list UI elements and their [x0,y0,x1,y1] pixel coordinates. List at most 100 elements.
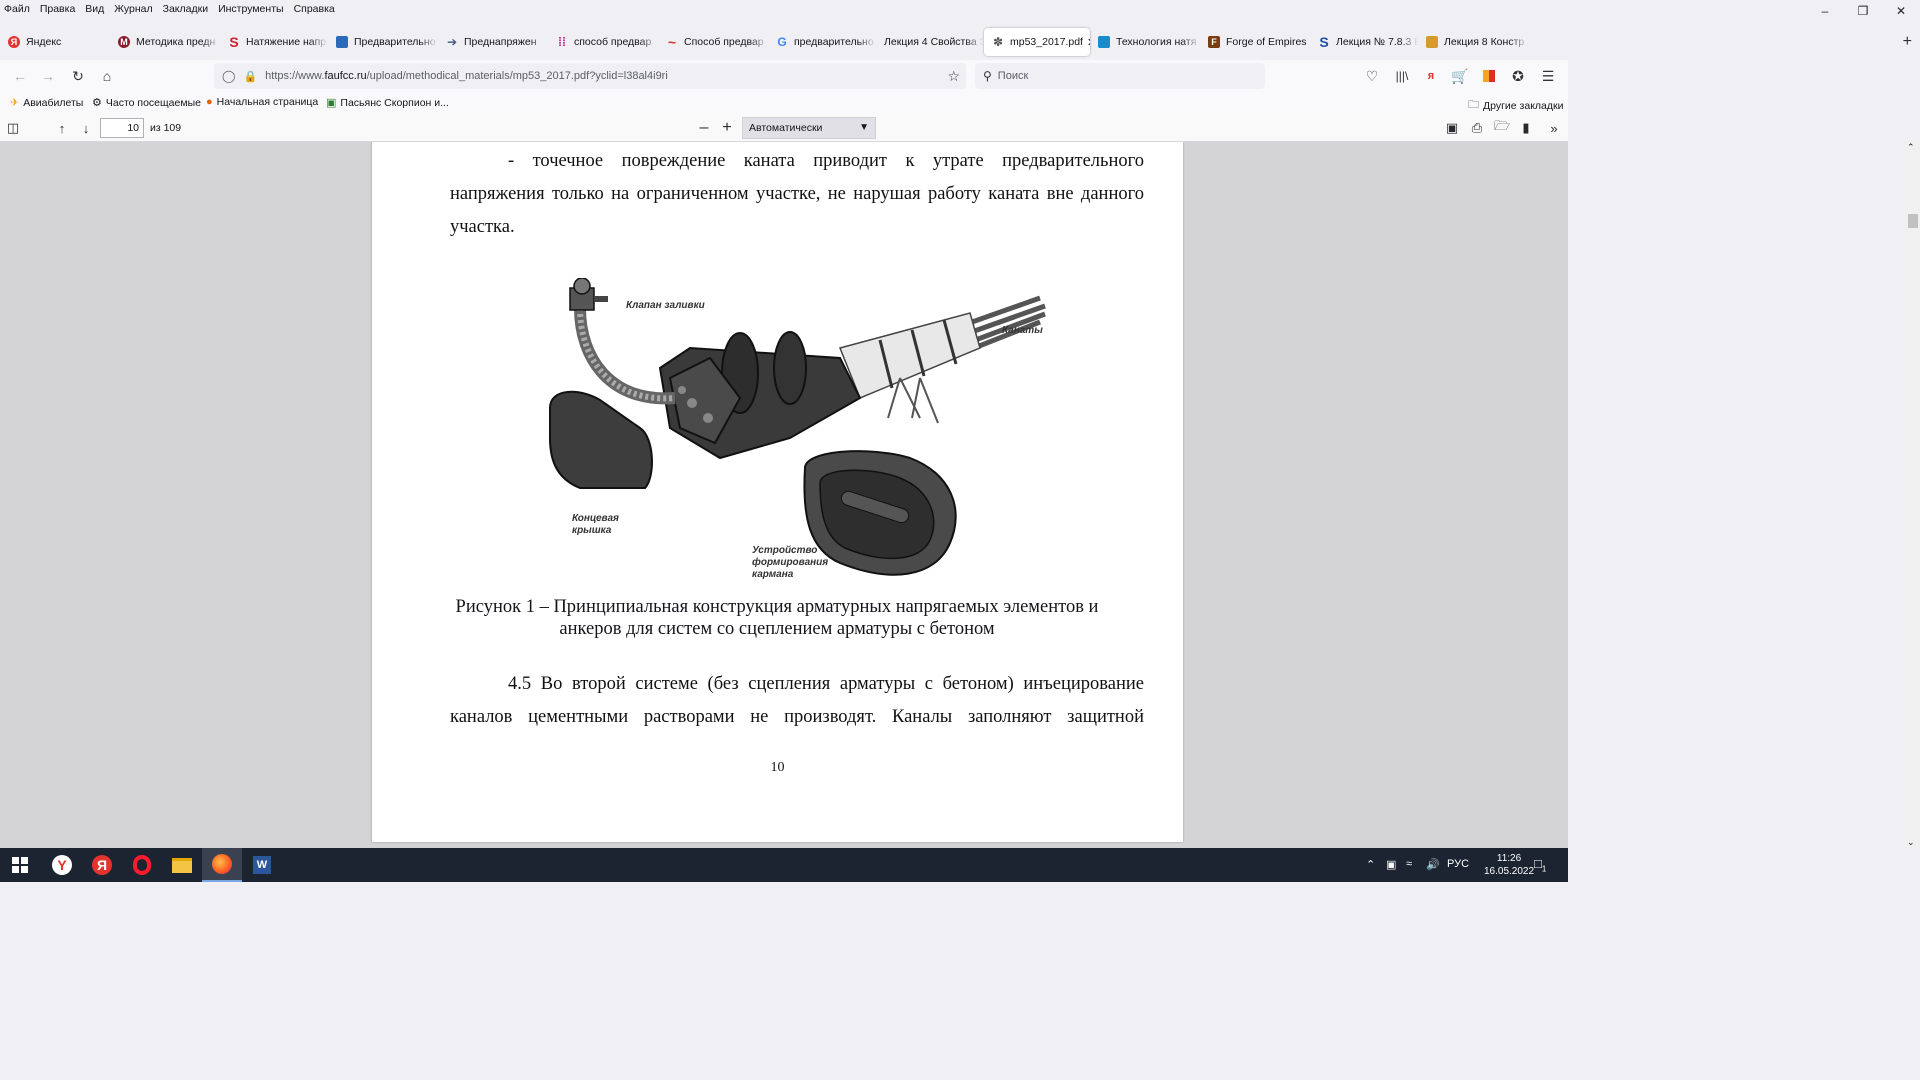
tab-prednapryazhen[interactable]: ➔ Преднапряжен [438,28,548,56]
bookmark-star-icon[interactable]: ☆ [947,68,960,85]
library-icon[interactable]: |||\ [1392,66,1412,86]
zoom-out-icon[interactable]: – [694,118,714,138]
pdf-viewer[interactable]: - точечное повреждение каната приводит к… [0,142,1568,848]
navigation-bar: ← → ↻ ⌂ ◯ 🔒 https://www. faufcc.ru/upload… [0,60,1568,92]
tab-tehnologiya[interactable]: Технология натя [1090,28,1200,56]
file-explorer-icon[interactable] [162,848,202,882]
menu-help[interactable]: Справка [294,0,335,18]
menu-edit[interactable]: Правка [40,0,75,18]
tab-google[interactable]: Gпредварительно [768,28,876,56]
figure-label-pocket-former: Устройство [752,545,817,556]
new-tab-button[interactable]: + [1903,28,1912,56]
document-icon [1098,36,1110,48]
previous-page-icon[interactable]: ↑ [52,118,72,138]
notifications-icon[interactable]: □1 [1534,856,1546,874]
page-number-input[interactable]: 10 [100,118,144,138]
print-icon[interactable]: ⎙ [1467,118,1487,138]
cables-strands [838,295,1046,399]
cart-icon[interactable]: 🛒 [1450,66,1470,86]
pdf-page: - точечное повреждение каната приводит к… [372,142,1183,842]
end-cap [549,390,653,489]
tab-label: Forge of Empires [1226,36,1307,48]
firefox-icon: ● [206,96,213,108]
tray-overflow-icon[interactable]: ⌃ [1366,858,1375,871]
other-bookmarks[interactable]: 🗀 Другие закладки [1468,96,1563,115]
vertical-scrollbar[interactable]: ⌃ ⌄ [1904,142,1920,848]
menu-history[interactable]: Журнал [114,0,152,18]
tab-predvaritelno[interactable]: Предварительно [328,28,438,56]
figure-label-pocket-former: кармана [752,569,794,580]
next-page-icon[interactable]: ↓ [76,118,96,138]
flag-extension-icon[interactable] [1479,66,1499,86]
pocket-icon[interactable]: ♡ [1362,66,1382,86]
tab-yandex[interactable]: Я Яндекс [0,28,110,56]
zoom-in-icon[interactable]: + [717,118,737,138]
hamburger-menu-icon[interactable]: ☰ [1538,66,1558,86]
yandex-icon[interactable]: Я [82,848,122,882]
minimize-icon[interactable]: – [1806,0,1844,22]
shield-icon: М [118,36,130,48]
tracking-shield-icon[interactable]: ◯ [222,69,235,83]
grout-valve [569,278,608,311]
tab-metodika[interactable]: М Методика предн [110,28,220,56]
system-clock[interactable]: 11:26 16.05.2022 [1484,852,1534,878]
reload-icon[interactable]: ↻ [68,66,88,86]
bookmark-most-visited[interactable]: ⚙ Часто посещаемые [92,96,201,110]
zoom-value: Автоматически [749,122,823,134]
forge-icon: F [1208,36,1220,48]
language-indicator[interactable]: РУС [1447,858,1469,870]
firefox-icon[interactable] [202,848,242,882]
clock-date: 16.05.2022 [1484,866,1535,877]
wifi-icon[interactable]: ≈ [1406,858,1412,870]
home-icon[interactable]: ⌂ [97,66,117,86]
extension-badge-icon[interactable]: ✪ [1508,66,1528,86]
scroll-down-icon[interactable]: ⌄ [1907,837,1915,848]
sidebar-toggle-icon[interactable]: ◫ [3,118,23,138]
page-number-footer: 10 [770,760,785,775]
opera-icon[interactable] [122,848,162,882]
bookmark-aviabilety[interactable]: ✈ Авиабилеты [10,96,83,110]
bookmarks-toolbar: ✈ Авиабилеты ⚙ Часто посещаемые ● Начальная… [0,92,1568,114]
menu-file[interactable]: Файл [4,0,30,18]
figure-caption: Рисунок 1 – Принципиальная конструкция а… [432,596,1122,640]
close-icon[interactable]: ✕ [1882,0,1920,22]
yandex-extension-icon[interactable]: я [1421,66,1441,86]
tab-natyazhenie[interactable]: S Натяжение напр [220,28,328,56]
figure-label-cables: Канаты [1002,325,1043,336]
tab-forge-of-empires[interactable]: F Forge of Empires [1200,28,1310,56]
restore-icon[interactable]: ❐ [1844,0,1882,22]
zoom-select[interactable]: Автоматически ▼ [742,117,876,139]
menu-tools[interactable]: Инструменты [218,0,283,18]
tab-sposob-1[interactable]: ⁞⁞ способ предвар [548,28,658,56]
tab-sposob-2[interactable]: ~ Способ предвар [658,28,768,56]
word-icon[interactable]: W [242,848,282,882]
tab-mp53-pdf[interactable]: ✽mp53_2017.pdf✕ [984,28,1090,56]
url-bar[interactable]: ◯ 🔒 https://www. faufcc.ru/upload/methodi… [214,63,966,89]
search-bar[interactable]: ⚲ Поиск [975,63,1265,89]
bookmark-icon[interactable]: ▮ [1516,118,1536,138]
save-icon[interactable]: 🗁 [1492,118,1512,138]
tab-lekciya-8[interactable]: Лекция 8 Констр [1418,28,1528,56]
folder-icon: 🗀 [1468,99,1479,111]
presentation-mode-icon[interactable]: ▣ [1442,118,1462,138]
url-prefix: https://www. [265,70,325,82]
volume-icon[interactable]: 🔊 [1426,858,1440,871]
forward-icon[interactable]: → [38,66,58,86]
yandex-browser-icon[interactable]: Y [42,848,82,882]
tab-lekciya-4[interactable]: Лекция 4 Свойства Э [876,28,984,56]
s-logo-icon: S [229,34,239,50]
lock-icon[interactable]: 🔒 [243,70,257,83]
back-icon[interactable]: ← [10,66,30,86]
meet-now-icon[interactable]: ▣ [1386,858,1396,871]
scroll-up-icon[interactable]: ⌃ [1907,142,1915,153]
menu-view[interactable]: Вид [85,0,104,18]
tab-lekciya-7[interactable]: S Лекция № 7.8.3 Е [1310,28,1418,56]
chevron-down-icon: ▼ [859,122,869,133]
bookmark-start-page[interactable]: ● Начальная страница [206,96,318,108]
tools-menu-icon[interactable]: » [1544,118,1564,138]
menu-bookmarks[interactable]: Закладки [163,0,208,18]
windows-start-icon[interactable] [0,848,40,882]
bookmark-solitaire[interactable]: ▣ Пасьянс Скорпион и... [326,96,449,110]
page-count: из 109 [150,122,182,134]
scrollbar-thumb[interactable] [1908,214,1918,228]
